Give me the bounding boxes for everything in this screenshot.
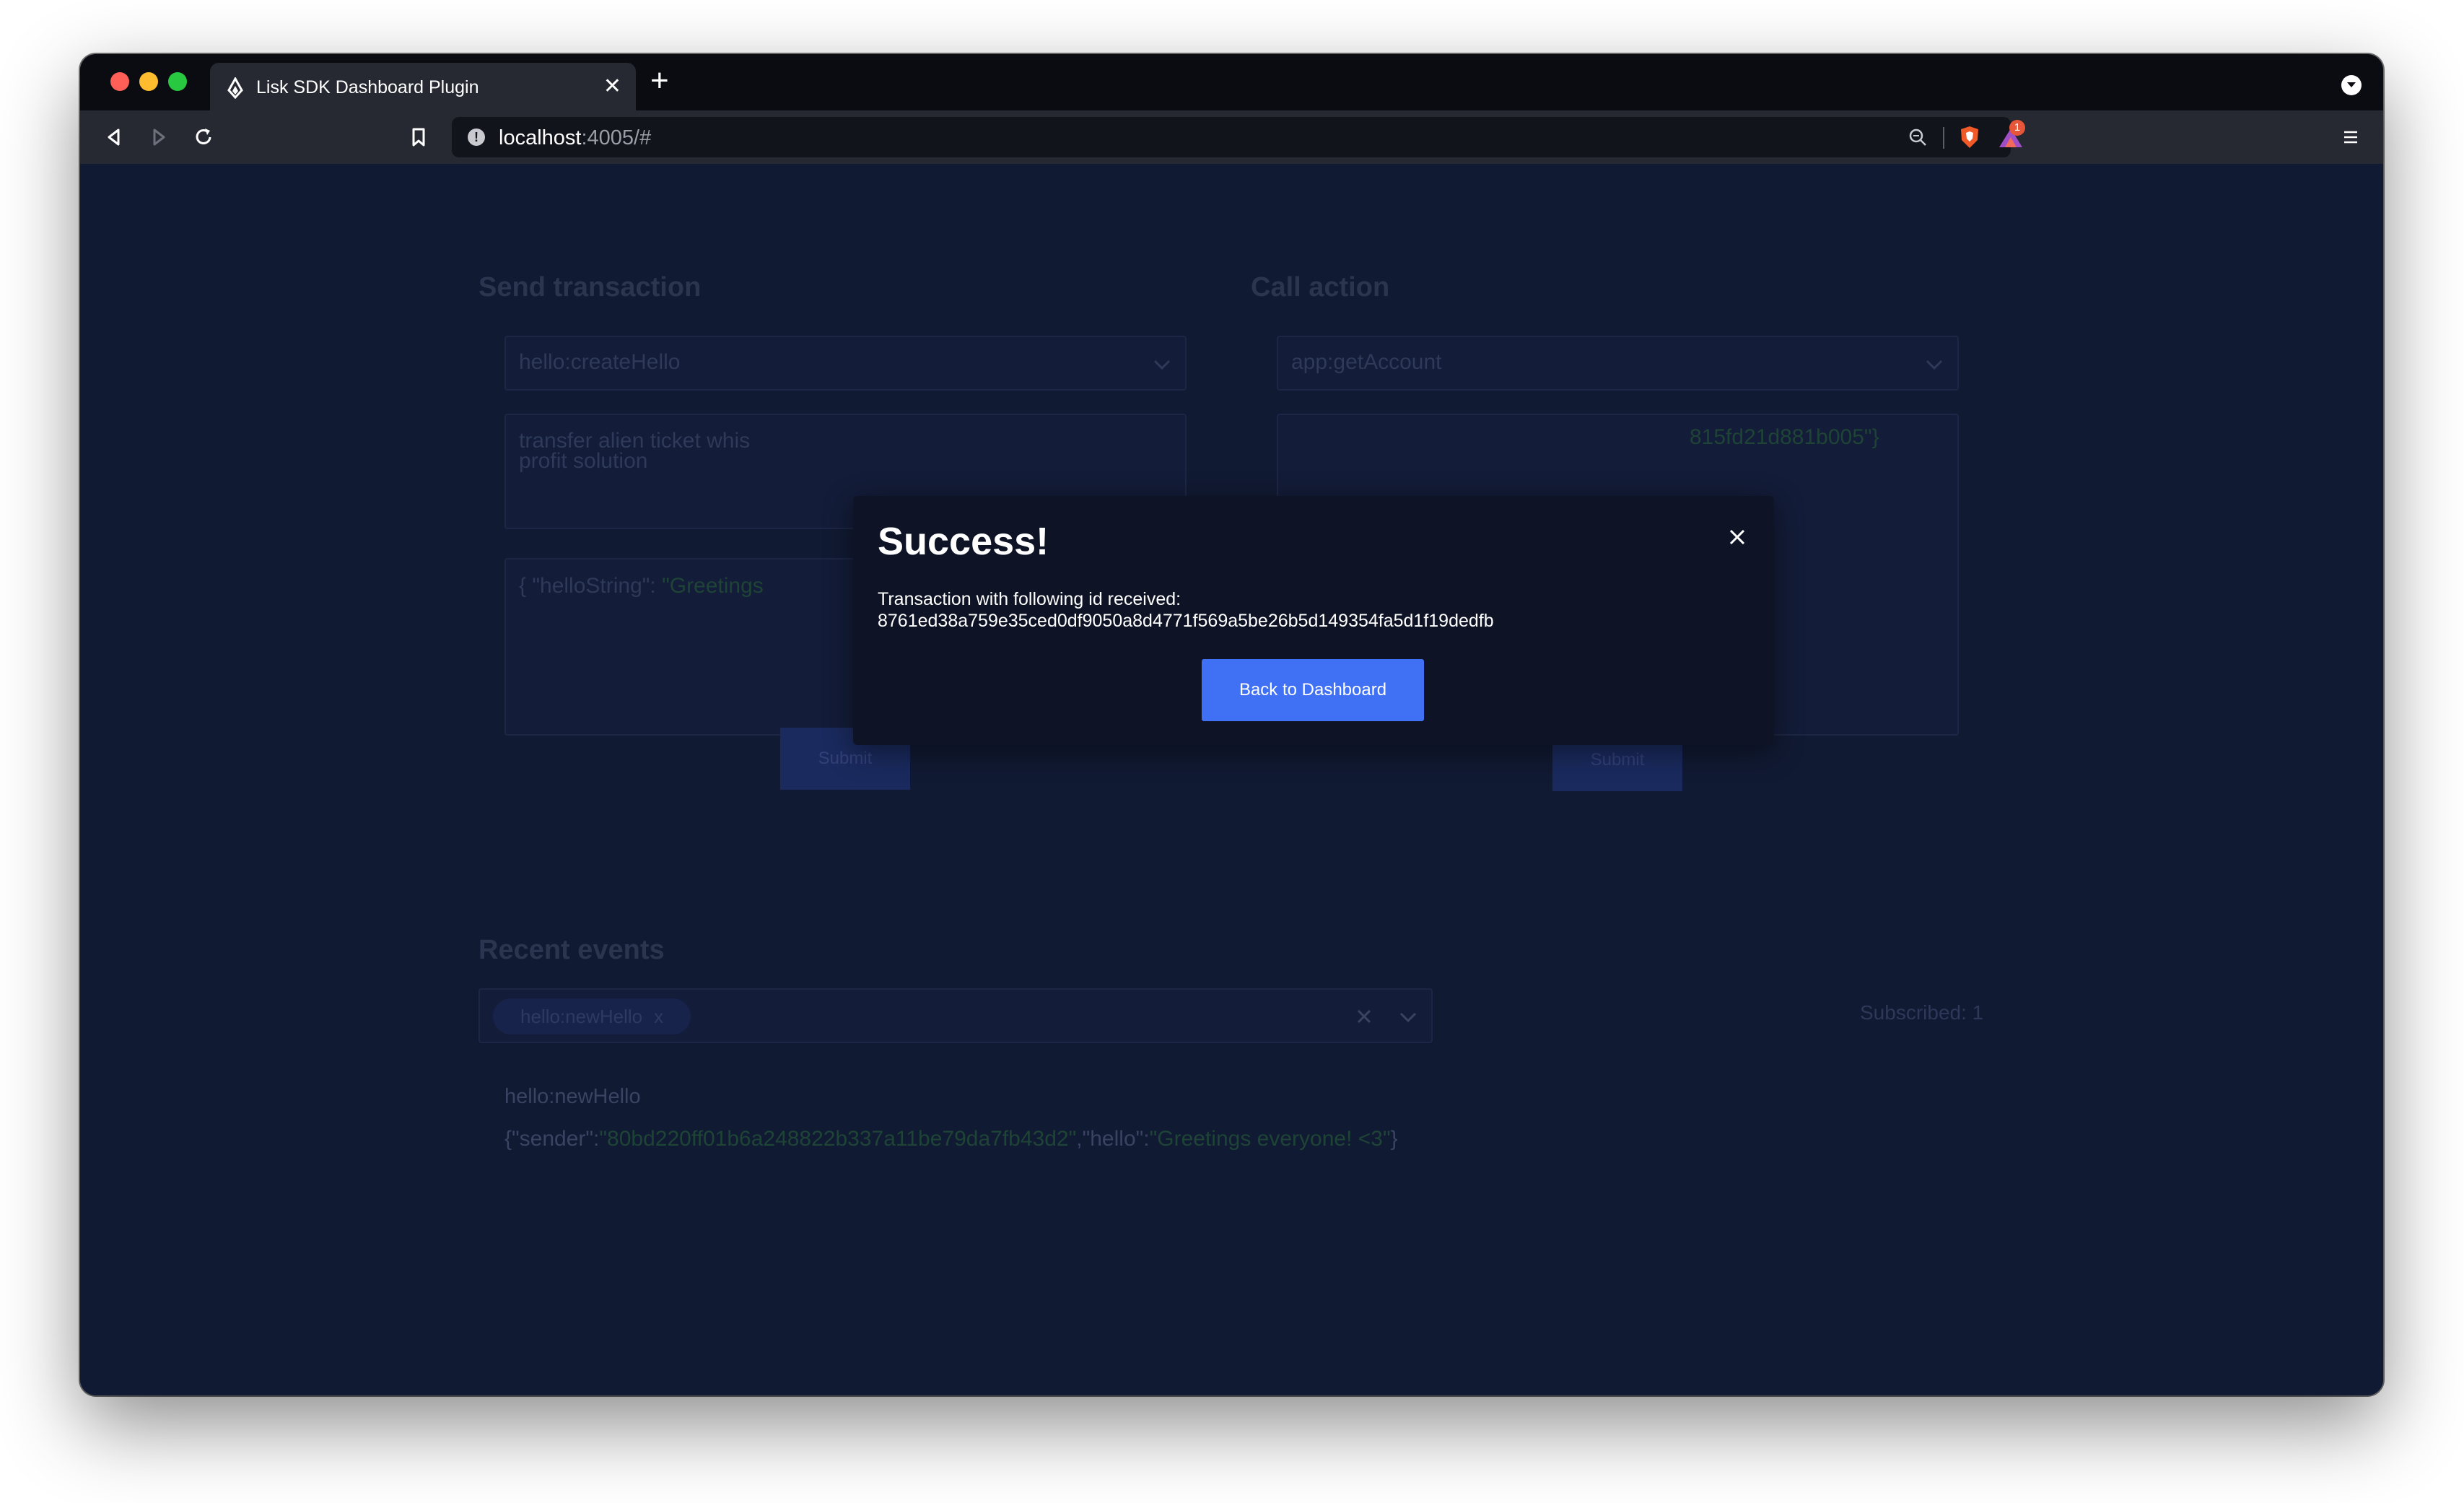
action-select-value: app:getAccount — [1291, 350, 1442, 374]
asset-select[interactable]: hello:createHello — [504, 336, 1187, 391]
profile-menu-button[interactable] — [2341, 75, 2362, 95]
forward-icon[interactable] — [145, 123, 172, 151]
site-info-icon[interactable]: ! — [468, 128, 485, 146]
tab-bar: Lisk SDK Dashboard Plugin ✕ + — [80, 54, 2383, 110]
chevron-down-icon — [2347, 82, 2356, 87]
chevron-down-icon — [1153, 360, 1171, 370]
send-transaction-title: Send transaction — [479, 272, 702, 302]
zoom-icon[interactable] — [1907, 126, 1928, 148]
url-text[interactable]: localhost:4005/# — [499, 126, 651, 150]
passphrase-value: transfer alien ticket whis profit soluti… — [519, 429, 751, 473]
notification-badge: 1 — [2009, 120, 2025, 136]
address-bar[interactable]: ! localhost:4005/# 1 — [452, 117, 2025, 157]
event-chip[interactable]: hello:newHello x — [493, 998, 691, 1034]
chevron-down-icon[interactable] — [1398, 1011, 1418, 1024]
tab-title: Lisk SDK Dashboard Plugin — [256, 77, 479, 97]
chip-remove-icon[interactable]: x — [654, 1006, 663, 1027]
clear-icon[interactable] — [1356, 1008, 1372, 1024]
address-bar-divider — [1943, 127, 1944, 149]
asset-json-value: { "helloString": "Greetings — [519, 574, 764, 598]
reload-icon[interactable] — [190, 123, 217, 151]
browser-tab[interactable]: Lisk SDK Dashboard Plugin ✕ — [210, 63, 636, 110]
bookmark-icon[interactable] — [405, 123, 432, 151]
tab-close-icon[interactable]: ✕ — [603, 76, 621, 97]
recent-events-title: Recent events — [479, 935, 665, 965]
asset-select-value: hello:createHello — [519, 350, 681, 374]
close-icon[interactable] — [1728, 528, 1747, 546]
dashboard-page: Send transaction hello:createHello trans… — [80, 164, 2383, 1395]
window-minimize-button[interactable] — [139, 72, 158, 91]
call-action-title: Call action — [1251, 272, 1390, 302]
action-params-value: 815fd21d881b005"} — [1690, 425, 1879, 449]
transaction-id: 8761ed38a759e35ced0df9050a8d4771f569a5be… — [878, 611, 1494, 631]
window-close-button[interactable] — [110, 72, 129, 91]
browser-toolbar: ! localhost:4005/# 1 — [80, 110, 2383, 164]
brave-shields-icon[interactable] — [1957, 124, 1983, 150]
lisk-logo-icon — [227, 77, 243, 99]
modal-title: Success! — [878, 520, 1049, 563]
modal-message: Transaction with following id received: … — [878, 588, 1494, 632]
modal-message-line: Transaction with following id received: — [878, 589, 1181, 609]
window-maximize-button[interactable] — [168, 72, 187, 91]
event-name: hello:newHello — [504, 1085, 641, 1108]
event-data: {"sender":"80bd220ff01b6a248822b337a11be… — [504, 1127, 1398, 1151]
events-multiselect[interactable]: hello:newHello x — [479, 988, 1433, 1043]
browser-window: Lisk SDK Dashboard Plugin ✕ + ! localhos… — [80, 54, 2383, 1395]
hamburger-menu-icon[interactable] — [2340, 126, 2362, 148]
subscribed-count: Subscribed: 1 — [1860, 1001, 1984, 1024]
back-to-dashboard-button[interactable]: Back to Dashboard — [1202, 659, 1424, 721]
back-icon[interactable] — [100, 123, 128, 151]
new-tab-button[interactable]: + — [650, 63, 669, 99]
chevron-down-icon — [1926, 360, 1943, 370]
action-select[interactable]: app:getAccount — [1277, 336, 1959, 391]
success-modal: Success! Transaction with following id r… — [853, 496, 1774, 745]
